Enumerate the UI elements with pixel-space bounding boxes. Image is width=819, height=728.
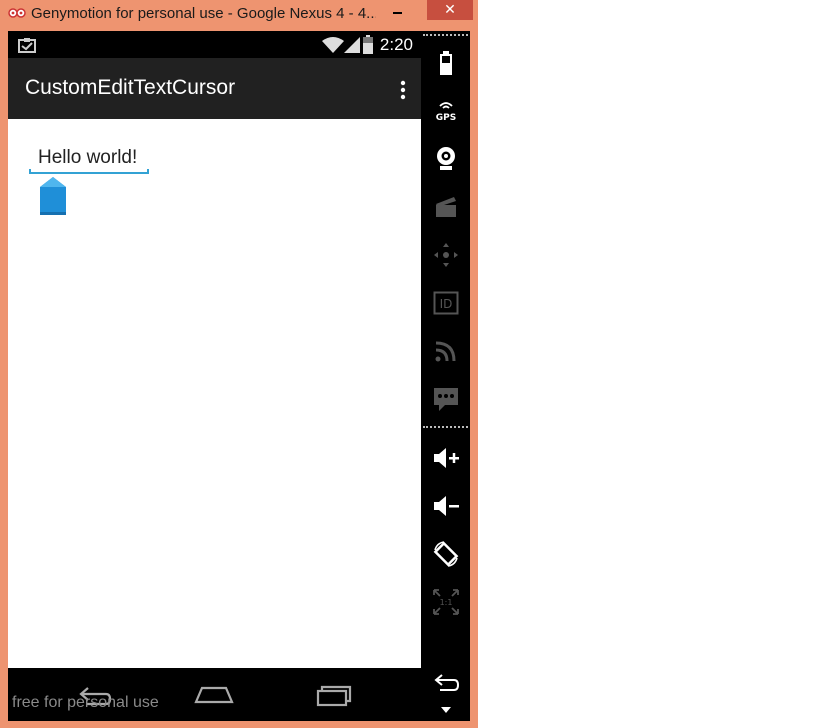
- network-widget-icon[interactable]: [429, 334, 462, 367]
- clipboard-check-icon: [18, 38, 36, 53]
- scale-label: 1:1: [439, 598, 452, 607]
- volume-down-icon[interactable]: [429, 489, 462, 522]
- text-cursor-handle[interactable]: [38, 175, 68, 215]
- home-icon[interactable]: [194, 680, 234, 710]
- scale-icon[interactable]: 1:1: [429, 585, 462, 618]
- wifi-icon: [322, 37, 344, 53]
- toolbar-separator-bottom: [423, 426, 468, 428]
- minimize-button[interactable]: [384, 0, 410, 20]
- personal-use-watermark: free for personal use: [12, 694, 159, 711]
- toolbar-back-icon[interactable]: [429, 666, 462, 699]
- genymotion-toolbar: GPS ID 1:1: [421, 31, 470, 721]
- dpad-widget-icon[interactable]: [429, 238, 462, 271]
- window-titlebar[interactable]: Genymotion for personal use - Google Nex…: [0, 0, 478, 28]
- edit-text-underline: [29, 169, 149, 174]
- action-bar: CustomEditTextCursor: [8, 58, 421, 119]
- status-bar: 2:20: [8, 31, 421, 58]
- gps-label: GPS: [435, 113, 455, 122]
- id-label: ID: [439, 297, 452, 311]
- webcam-widget-icon[interactable]: [429, 142, 462, 175]
- sms-widget-icon[interactable]: [429, 382, 462, 415]
- hello-edit-text[interactable]: Hello world!: [29, 144, 149, 174]
- app-title: CustomEditTextCursor: [25, 76, 236, 99]
- navigation-bar: free for personal use: [8, 668, 421, 721]
- window-title: Genymotion for personal use - Google Nex…: [31, 5, 376, 22]
- battery-icon: [363, 35, 373, 54]
- capture-widget-icon[interactable]: [429, 190, 462, 223]
- volume-up-icon[interactable]: [429, 441, 462, 474]
- activity-content: Hello world!: [8, 119, 421, 668]
- toolbar-separator-top: [423, 34, 468, 36]
- id-widget-icon[interactable]: ID: [429, 286, 462, 319]
- minimize-icon: [392, 12, 402, 14]
- status-time: 2:20: [379, 35, 413, 54]
- rotate-icon[interactable]: [429, 537, 462, 570]
- battery-widget-icon[interactable]: [429, 46, 462, 79]
- close-button[interactable]: ✕: [427, 0, 473, 20]
- recents-icon[interactable]: [316, 680, 354, 710]
- genymotion-window: Genymotion for personal use - Google Nex…: [0, 0, 478, 728]
- overflow-menu-icon[interactable]: [399, 79, 407, 101]
- device-screen: 2:20 CustomEditTextCursor Hello world! f…: [8, 31, 421, 721]
- edit-text-value: Hello world!: [38, 147, 138, 168]
- menu-expand-icon[interactable]: [429, 699, 462, 721]
- genymotion-logo-icon: [8, 8, 26, 18]
- gps-widget-icon[interactable]: GPS: [429, 94, 462, 127]
- signal-icon: [344, 37, 360, 53]
